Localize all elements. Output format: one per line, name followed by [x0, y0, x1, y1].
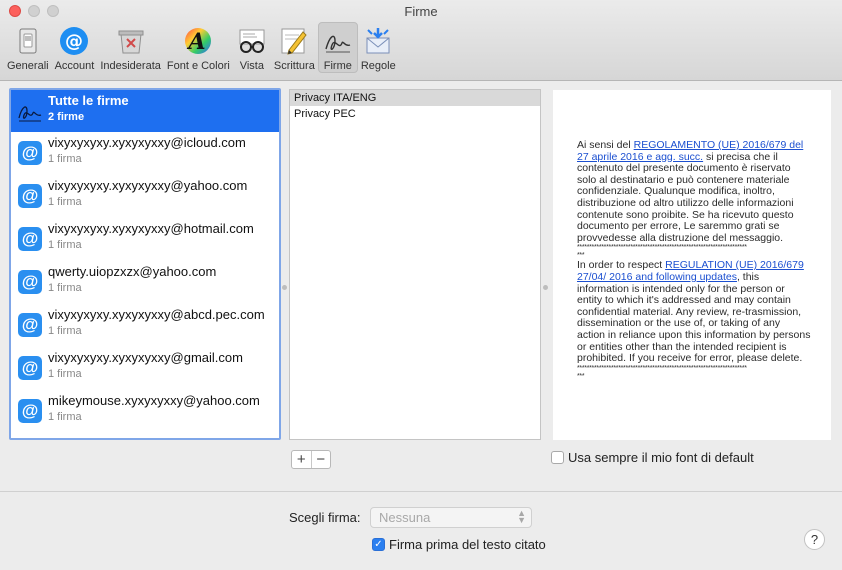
at-icon: @ — [18, 270, 42, 294]
row-title: vixyxyxyxy.xyxyxyxxy@abcd.pec.com — [48, 307, 265, 322]
account-list[interactable]: Tutte le firme 2 firme @ vixyxyxyxy.xyxy… — [9, 88, 281, 440]
preferences-window: Firme Generali @ Account Indesiderata A … — [0, 0, 842, 570]
at-icon: @ — [18, 313, 42, 337]
tab-firme[interactable]: Firme — [317, 22, 358, 73]
tab-label: Account — [54, 60, 95, 72]
add-signature-button[interactable]: + — [292, 451, 312, 468]
tab-scrittura[interactable]: Scrittura — [271, 22, 318, 73]
choose-signature-select[interactable]: Nessuna ▲ ▼ — [370, 507, 532, 528]
separator-stars: ****************************************… — [577, 244, 747, 252]
row-subtitle: 1 firma — [48, 282, 82, 294]
row-title: Tutte le firme — [48, 93, 129, 108]
italian-intro: Ai sensi del — [577, 139, 634, 151]
at-icon: @ — [18, 356, 42, 380]
tab-label: Scrittura — [273, 60, 315, 72]
splitter-handle-left[interactable] — [282, 285, 287, 290]
tab-vista[interactable]: Vista — [233, 22, 271, 73]
tab-account[interactable]: @ Account — [52, 22, 98, 73]
separator-stars-bottom-end: *** — [577, 372, 585, 380]
default-font-label: Usa sempre il mio font di default — [568, 450, 754, 466]
window-title: Firme — [404, 4, 438, 19]
above-quote-label: Firma prima del testo citato — [389, 537, 546, 553]
above-quote-option[interactable]: ✓ Firma prima del testo citato — [372, 536, 546, 552]
tab-label: Indesiderata — [100, 60, 161, 72]
row-title: vixyxyxyxy.xyxyxyxxy@yahoo.com — [48, 178, 248, 193]
tab-indesiderata[interactable]: Indesiderata — [97, 22, 164, 73]
list-item-all-signatures[interactable]: Tutte le firme 2 firme — [11, 90, 279, 132]
row-title: qwerty.uiopzxzx@yahoo.com — [48, 264, 217, 279]
font-colors-icon: A — [182, 25, 214, 57]
tab-regole[interactable]: Regole — [358, 22, 399, 73]
tab-label: Vista — [239, 60, 264, 72]
default-font-checkbox[interactable] — [551, 451, 564, 465]
tab-label: Regole — [360, 60, 396, 72]
row-subtitle: 1 firma — [48, 368, 82, 380]
row-subtitle: 1 firma — [48, 153, 82, 165]
row-subtitle: 2 firme — [48, 111, 85, 123]
above-quote-checkbox[interactable]: ✓ — [372, 538, 385, 552]
glasses-icon — [236, 25, 268, 57]
add-remove-buttons: + − — [291, 450, 331, 469]
svg-text:@: @ — [65, 31, 83, 52]
row-subtitle: 1 firma — [48, 196, 82, 208]
rules-icon — [362, 25, 394, 57]
tab-label: Font e Colori — [166, 60, 230, 72]
updown-chevron-icon: ▲ ▼ — [517, 508, 526, 525]
junk-icon — [115, 25, 147, 57]
switch-icon — [12, 25, 44, 57]
list-item-account[interactable]: @ vixyxyxyxy.xyxyxyxxy@yahoo.com 1 firma — [11, 175, 279, 218]
select-value: Nessuna — [379, 510, 431, 525]
title-bar: Firme Generali @ Account Indesiderata A … — [0, 0, 842, 81]
tab-generali[interactable]: Generali — [4, 22, 52, 73]
at-icon: @ — [18, 399, 42, 423]
toolbar: Generali @ Account Indesiderata A Font e… — [4, 22, 399, 77]
help-button[interactable]: ? — [804, 529, 825, 550]
splitter-handle-right[interactable] — [543, 285, 548, 290]
italian-body: si precisa che il contenuto del presente… — [577, 150, 794, 244]
pencil-icon — [278, 25, 310, 57]
remove-signature-button[interactable]: − — [312, 451, 331, 468]
at-icon: @ — [18, 141, 42, 165]
signature-icon — [18, 106, 42, 122]
row-title: vixyxyxyxy.xyxyxyxxy@hotmail.com — [48, 221, 254, 236]
separator-stars-bottom: ****************************************… — [577, 364, 747, 372]
svg-text:A: A — [187, 29, 206, 55]
at-icon: @ — [58, 25, 90, 57]
english-intro: In order to respect — [577, 259, 666, 272]
signature-list[interactable]: Privacy ITA/ENG Privacy PEC — [289, 89, 541, 440]
row-title: mikeymouse.xyxyxyxxy@yahoo.com — [48, 393, 260, 408]
at-icon: @ — [18, 227, 42, 251]
row-title: vixyxyxyxy.xyxyxyxxy@gmail.com — [48, 350, 243, 365]
list-item-account[interactable]: @ vixyxyxyxy.xyxyxyxxy@icloud.com 1 firm… — [11, 132, 279, 175]
row-title: vixyxyxyxy.xyxyxyxxy@icloud.com — [48, 135, 246, 150]
english-body: , this information is intended only for … — [577, 270, 811, 365]
tab-label: Firme — [323, 60, 352, 72]
choose-signature-label: Scegli firma: — [289, 510, 361, 525]
tab-font-colori[interactable]: A Font e Colori — [164, 22, 233, 73]
tab-label: Generali — [7, 60, 49, 72]
list-item-account[interactable]: @ qwerty.uiopzxzx@yahoo.com 1 firma — [11, 261, 279, 304]
list-item-account[interactable]: @ vixyxyxyxy.xyxyxyxxy@gmail.com 1 firma — [11, 347, 279, 390]
row-subtitle: 1 firma — [48, 239, 82, 251]
signature-text: Ai sensi del REGOLAMENTO (UE) 2016/679 d… — [577, 139, 811, 381]
signature-icon — [322, 26, 354, 57]
signature-preview[interactable]: Ai sensi del REGOLAMENTO (UE) 2016/679 d… — [553, 90, 831, 440]
list-item-account[interactable]: @ mikeymouse.xyxyxyxxy@yahoo.com 1 firma — [11, 390, 279, 433]
at-icon: @ — [18, 184, 42, 208]
signature-item[interactable]: Privacy ITA/ENG — [290, 90, 540, 106]
divider — [0, 491, 842, 492]
signature-item[interactable]: Privacy PEC — [290, 106, 540, 122]
list-item-account[interactable]: @ vixyxyxyxy.xyxyxyxxy@abcd.pec.com 1 fi… — [11, 304, 279, 347]
row-subtitle: 1 firma — [48, 325, 82, 337]
default-font-option[interactable]: Usa sempre il mio font di default — [551, 449, 754, 465]
row-subtitle: 1 firma — [48, 411, 82, 423]
list-item-account[interactable]: @ vixyxyxyxy.xyxyxyxxy@hotmail.com 1 fir… — [11, 218, 279, 261]
